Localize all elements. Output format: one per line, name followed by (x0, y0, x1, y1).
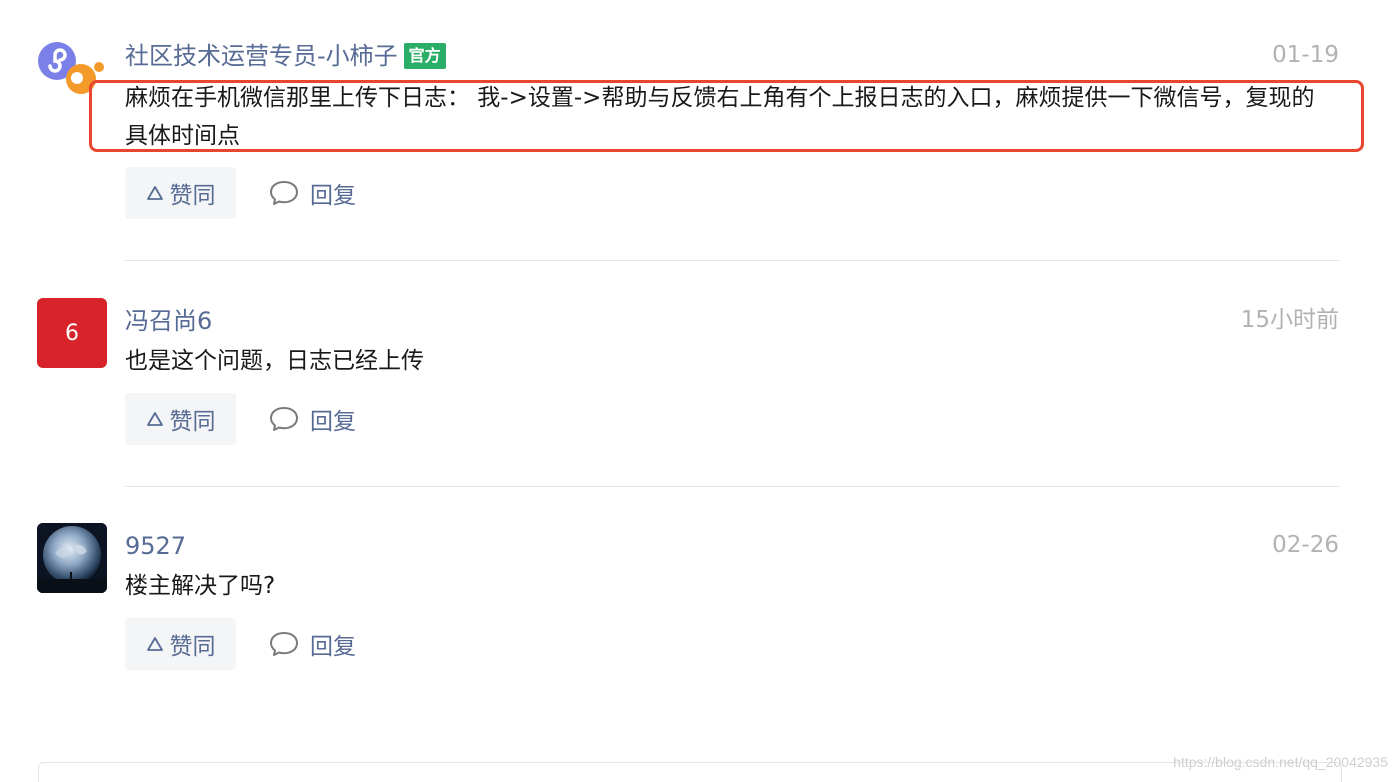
like-button[interactable]: 赞同 (125, 167, 236, 219)
reply-button[interactable]: 回复 (268, 167, 356, 219)
highlight-box (89, 80, 1364, 152)
reply-button[interactable]: 回复 (268, 618, 356, 670)
speech-bubble-icon (270, 407, 298, 431)
reply-label: 回复 (310, 634, 356, 660)
official-badge: 官方 (403, 43, 446, 69)
comment-input-box[interactable] (38, 762, 1342, 782)
reply-button[interactable]: 回复 (268, 393, 356, 445)
divider (125, 260, 1340, 261)
reply-label: 回复 (310, 183, 356, 209)
like-button[interactable]: 赞同 (125, 393, 236, 445)
speech-bubble-icon (270, 181, 298, 205)
avatar[interactable] (37, 523, 107, 593)
watermark: https://blog.csdn.net/qq_20042935 (1173, 754, 1388, 770)
like-label: 赞同 (169, 409, 216, 435)
author-name-text[interactable]: 冯召尚6 (125, 306, 212, 336)
speech-bubble-icon (270, 632, 298, 656)
author-name[interactable]: 社区技术运营专员-小柿子 官方 (125, 41, 446, 71)
triangle-up-icon (146, 186, 163, 200)
comment-content: 楼主解决了吗? (125, 573, 276, 599)
author-name[interactable]: 冯召尚6 (125, 306, 212, 336)
author-name[interactable]: 9527 (125, 531, 186, 561)
reply-label: 回复 (310, 409, 356, 435)
comment-time: 01-19 (1272, 42, 1339, 68)
comment-time: 15小时前 (1240, 307, 1339, 333)
like-button[interactable]: 赞同 (125, 618, 236, 670)
comment-time: 02-26 (1272, 532, 1339, 558)
earth-photo-icon (37, 523, 107, 593)
like-label: 赞同 (169, 634, 216, 660)
triangle-up-icon (146, 412, 163, 426)
avatar[interactable]: 6 (37, 298, 107, 368)
comment-content: 也是这个问题，日志已经上传 (125, 348, 424, 374)
author-name-text[interactable]: 9527 (125, 531, 186, 561)
avatar-text: 6 (65, 320, 79, 346)
like-label: 赞同 (169, 183, 216, 209)
triangle-up-icon (146, 637, 163, 651)
divider (125, 486, 1340, 487)
author-name-text[interactable]: 社区技术运营专员-小柿子 (125, 41, 398, 71)
